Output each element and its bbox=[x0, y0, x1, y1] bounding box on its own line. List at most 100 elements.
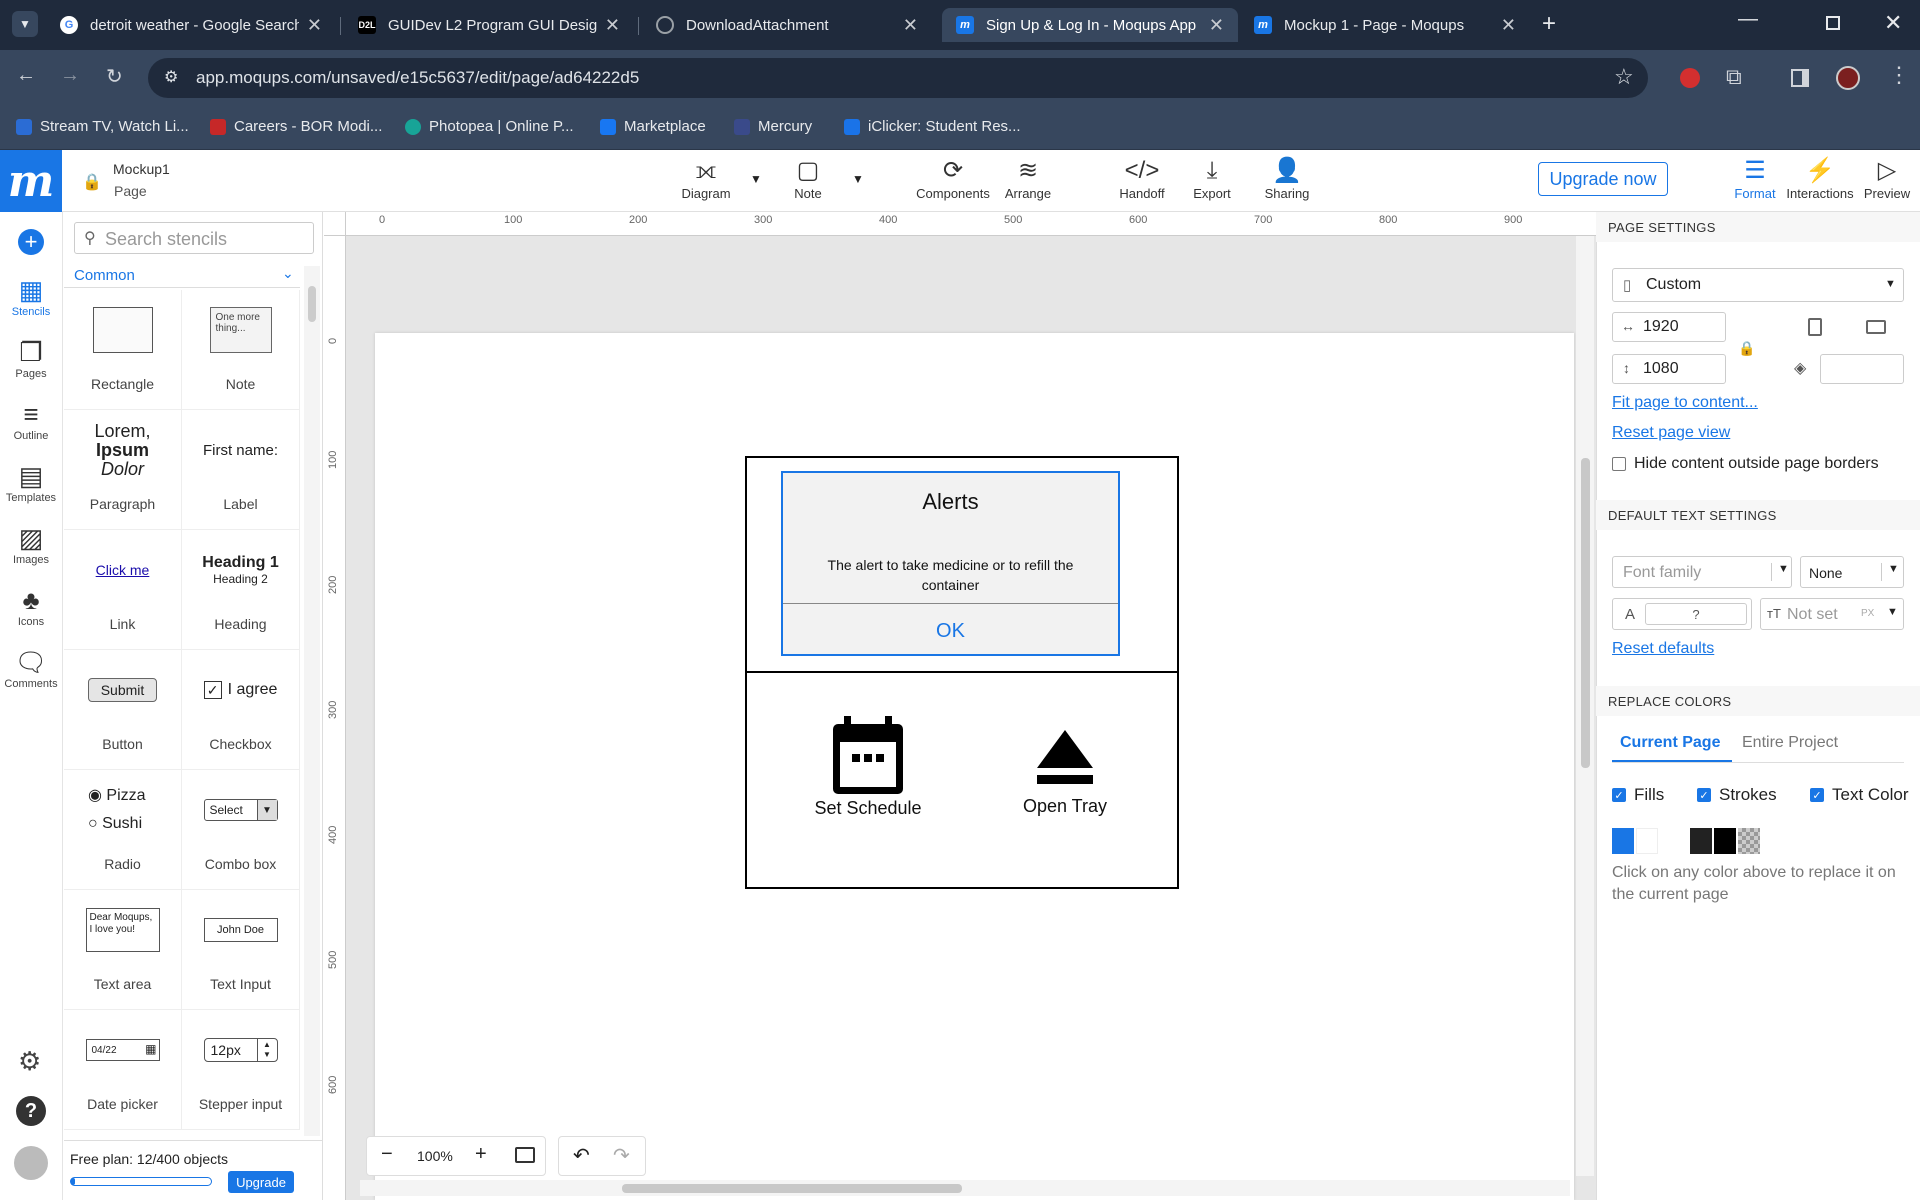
stencil-radio[interactable]: ◉ Pizza ○ Sushi Radio bbox=[64, 770, 182, 890]
open-tray-widget[interactable]: Open Tray bbox=[1014, 730, 1116, 817]
browser-tab[interactable]: G detroit weather - Google Search ✕ bbox=[46, 8, 336, 42]
rail-templates[interactable]: ▤ Templates bbox=[0, 460, 62, 504]
diagram-tool[interactable]: ⟗ Diagram bbox=[681, 156, 730, 201]
doc-title[interactable]: Mockup1 bbox=[113, 161, 170, 177]
color-swatch[interactable] bbox=[1690, 828, 1712, 854]
preview-button[interactable]: ▷ Preview bbox=[1862, 156, 1912, 201]
address-bar[interactable]: ⚙ app.moqups.com/unsaved/e15c5637/edit/p… bbox=[148, 58, 1648, 98]
export-tool[interactable]: ⤓ Export bbox=[1190, 156, 1234, 201]
landscape-icon[interactable] bbox=[1866, 320, 1886, 334]
handoff-tool[interactable]: </> Handoff bbox=[1118, 156, 1166, 201]
text-color-input[interactable]: A ? bbox=[1612, 598, 1752, 630]
canvas-vscrollbar[interactable] bbox=[1576, 236, 1594, 1176]
stencil-rectangle[interactable]: Rectangle bbox=[64, 290, 182, 410]
set-schedule-widget[interactable]: Set Schedule bbox=[814, 716, 922, 819]
scroll-thumb[interactable] bbox=[308, 286, 316, 322]
upgrade-now-button[interactable]: Upgrade now bbox=[1538, 162, 1668, 196]
bookmark-item[interactable]: iClicker: Student Res... bbox=[844, 118, 1021, 135]
reset-page-view-link[interactable]: Reset page view bbox=[1612, 424, 1730, 442]
page-height-input[interactable]: ↕ 1080 bbox=[1612, 354, 1726, 384]
moqups-logo[interactable]: m bbox=[0, 150, 62, 212]
stencil-textarea[interactable]: Dear Moqups, I love you! Text area bbox=[64, 890, 182, 1010]
site-info-icon[interactable]: ⚙ bbox=[164, 67, 178, 87]
bookmark-item[interactable]: Mercury bbox=[734, 118, 812, 135]
portrait-icon[interactable] bbox=[1808, 318, 1822, 336]
category-dropdown[interactable]: Common ⌄ bbox=[64, 264, 300, 288]
format-tab[interactable]: ☰ Format bbox=[1734, 156, 1776, 201]
rail-pages[interactable]: ❐ Pages bbox=[0, 336, 62, 380]
page-fill-color[interactable] bbox=[1820, 354, 1904, 384]
rail-images[interactable]: ▨ Images bbox=[0, 522, 62, 566]
stencil-note[interactable]: One more thing... Note bbox=[182, 290, 300, 410]
tab-entire-project[interactable]: Entire Project bbox=[1742, 724, 1868, 762]
font-family-select[interactable]: Font family ▼ bbox=[1612, 556, 1792, 588]
menu-icon[interactable]: ⋮ bbox=[1888, 62, 1910, 88]
interactions-tab[interactable]: ⚡ Interactions bbox=[1786, 156, 1853, 201]
browser-tab[interactable]: DownloadAttachment ✕ bbox=[642, 8, 932, 42]
stencil-combobox[interactable]: Select ▼ Combo box bbox=[182, 770, 300, 890]
color-swatch[interactable] bbox=[1714, 828, 1736, 854]
redo-icon[interactable]: ↷ bbox=[613, 1143, 630, 1168]
text-color-checkbox[interactable]: ✓ Text Color bbox=[1810, 785, 1909, 805]
close-icon[interactable]: ✕ bbox=[307, 15, 322, 36]
fit-page-link[interactable]: Fit page to content... bbox=[1612, 394, 1758, 412]
close-window-button[interactable]: ✕ bbox=[1884, 10, 1902, 36]
scroll-thumb[interactable] bbox=[1581, 458, 1590, 768]
color-swatch[interactable] bbox=[1612, 828, 1634, 854]
undo-icon[interactable]: ↶ bbox=[573, 1143, 590, 1168]
bookmark-item[interactable]: Stream TV, Watch Li... bbox=[16, 118, 189, 135]
restore-button[interactable] bbox=[1826, 16, 1840, 30]
search-input[interactable]: ⚲ Search stencils bbox=[74, 222, 314, 254]
zoom-out-button[interactable]: − bbox=[381, 1143, 393, 1166]
zoom-level[interactable]: 100% bbox=[417, 1148, 453, 1164]
rail-outline[interactable]: ≡ Outline bbox=[0, 398, 62, 442]
chevron-down-icon[interactable]: ▼ bbox=[852, 172, 864, 186]
user-avatar[interactable] bbox=[14, 1146, 48, 1180]
reload-icon[interactable]: ↻ bbox=[106, 64, 123, 89]
aspect-lock-icon[interactable]: 🔒 bbox=[1738, 340, 1755, 357]
hide-outside-checkbox[interactable]: Hide content outside page borders bbox=[1612, 455, 1879, 473]
close-icon[interactable]: ✕ bbox=[1209, 15, 1224, 36]
stencil-heading[interactable]: Heading 1 Heading 2 Heading bbox=[182, 530, 300, 650]
page-width-input[interactable]: ↔ 1920 bbox=[1612, 312, 1726, 342]
alert-dialog[interactable]: Alerts The alert to take medicine or to … bbox=[781, 471, 1120, 656]
arrange-tool[interactable]: ≋ Arrange bbox=[1003, 156, 1053, 201]
browser-tab[interactable]: D2L GUIDev L2 Program GUI Design ✕ bbox=[344, 8, 634, 42]
settings-icon[interactable]: ⚙ bbox=[18, 1046, 41, 1077]
note-tool[interactable]: ▢ Note bbox=[790, 156, 826, 201]
stencil-link[interactable]: Click me Link bbox=[64, 530, 182, 650]
stencil-textinput[interactable]: John Doe Text Input bbox=[182, 890, 300, 1010]
chevron-down-icon[interactable]: ▼ bbox=[750, 172, 762, 186]
page-preset-select[interactable]: ▯ Custom ▼ bbox=[1612, 268, 1904, 302]
stencil-button[interactable]: Submit Button bbox=[64, 650, 182, 770]
stencil-checkbox[interactable]: ✓ I agree Checkbox bbox=[182, 650, 300, 770]
stencil-paragraph[interactable]: Lorem, Ipsum Dolor Paragraph bbox=[64, 410, 182, 530]
strokes-checkbox[interactable]: ✓ Strokes bbox=[1697, 785, 1777, 805]
tab-current-page[interactable]: Current Page bbox=[1612, 724, 1732, 762]
close-icon[interactable]: ✕ bbox=[903, 15, 918, 36]
minimize-button[interactable]: — bbox=[1738, 8, 1758, 31]
scroll-thumb[interactable] bbox=[622, 1184, 962, 1193]
zoom-in-button[interactable]: + bbox=[475, 1143, 487, 1166]
font-size-input[interactable]: ᴛT Not set PX ▼ bbox=[1760, 598, 1904, 630]
stencils-scrollbar[interactable] bbox=[304, 266, 320, 1136]
forward-icon[interactable]: → bbox=[60, 64, 80, 87]
back-icon[interactable]: ← bbox=[16, 64, 36, 87]
bookmark-item[interactable]: Marketplace bbox=[600, 118, 706, 135]
stencil-datepicker[interactable]: 04/22 ▦ Date picker bbox=[64, 1010, 182, 1130]
browser-tab-active[interactable]: m Sign Up & Log In - Moqups App ✕ bbox=[942, 8, 1238, 42]
sharing-tool[interactable]: 👤 Sharing bbox=[1264, 156, 1310, 201]
components-tool[interactable]: ⟳ Components bbox=[916, 156, 990, 201]
fill-bucket-icon[interactable]: ◈ bbox=[1794, 358, 1806, 378]
rail-stencils[interactable]: ▦ Stencils bbox=[0, 274, 62, 318]
add-icon[interactable]: + bbox=[18, 229, 44, 255]
canvas-hscrollbar[interactable] bbox=[360, 1180, 1570, 1196]
browser-tab[interactable]: m Mockup 1 - Page - Moqups ✕ bbox=[1240, 8, 1530, 42]
help-icon[interactable]: ? bbox=[16, 1096, 46, 1126]
stencil-stepper[interactable]: 12px ▲ ▼ Stepper input bbox=[182, 1010, 300, 1130]
font-weight-select[interactable]: None ▼ bbox=[1800, 556, 1904, 588]
profile-avatar[interactable] bbox=[1836, 66, 1860, 90]
upgrade-button[interactable]: Upgrade bbox=[228, 1171, 294, 1193]
fills-checkbox[interactable]: ✓ Fills bbox=[1612, 785, 1664, 805]
close-icon[interactable]: ✕ bbox=[1501, 15, 1516, 36]
